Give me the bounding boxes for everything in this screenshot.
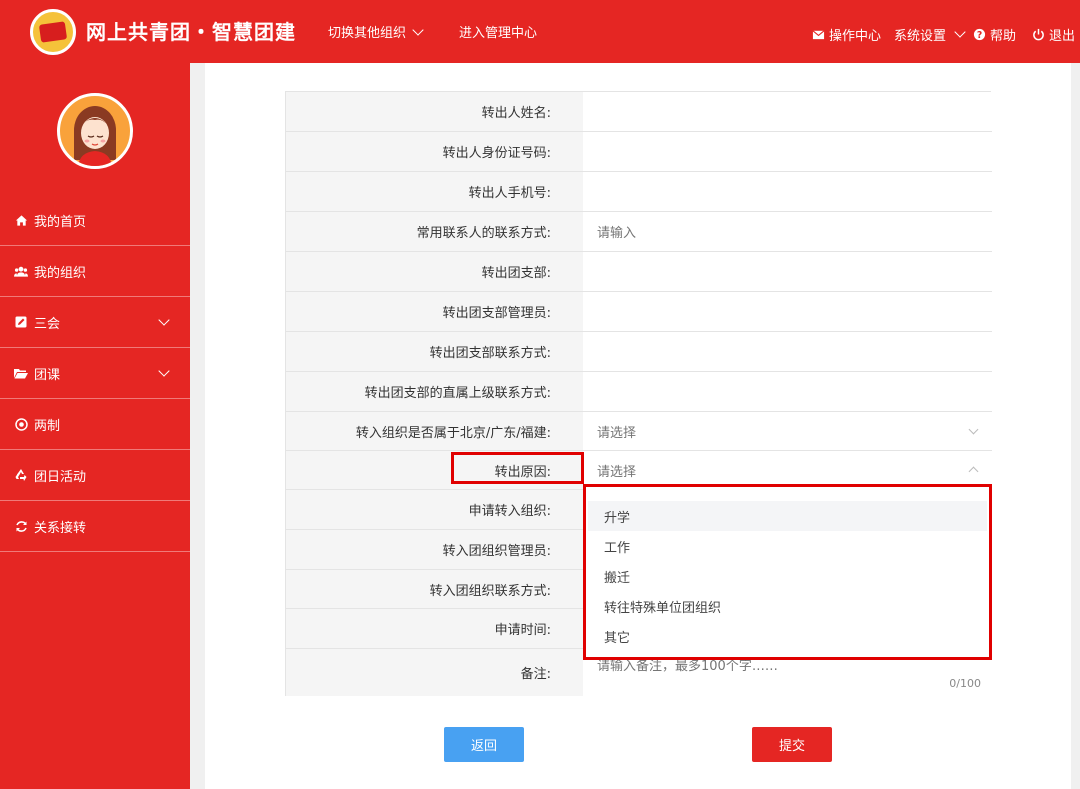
edit-icon <box>14 315 28 329</box>
sidebar-item-label: 团日活动 <box>34 469 87 485</box>
field-label: 备注: <box>286 649 583 696</box>
field-label: 转出人手机号: <box>286 172 583 211</box>
form-row: 转出团支部联系方式: <box>286 332 992 372</box>
sidebar-item-label: 两制 <box>34 418 61 434</box>
back-button[interactable]: 返回 <box>444 727 524 762</box>
form-row: 转出团支部的直属上级联系方式: <box>286 372 992 412</box>
out-phone-field[interactable] <box>583 172 991 211</box>
logout-label: 退出 <box>1049 29 1076 44</box>
sidebar-item-liangzhi[interactable]: 两制 <box>0 399 190 450</box>
top-bar: 网上共青团・智慧团建 切换其他组织 进入管理中心 操作中心 系统设置 ? 帮助 … <box>0 0 1080 63</box>
sidebar-item-transfer[interactable]: 关系接转 <box>0 501 190 552</box>
help-label: 帮助 <box>990 29 1017 44</box>
field-label: 申请时间: <box>286 609 583 648</box>
reason-label-highlight <box>451 452 584 484</box>
recycle-icon <box>14 468 28 482</box>
refresh-icon <box>14 519 28 533</box>
sidebar: 我的首页 我的组织 三会 团课 两制 团日活动 关系接转 <box>0 63 190 789</box>
chevron-up-icon <box>968 466 979 477</box>
sidebar-item-home[interactable]: 我的首页 <box>0 195 190 246</box>
svg-text:?: ? <box>977 30 982 41</box>
sidebar-item-label: 关系接转 <box>34 520 87 536</box>
field-label: 转出团支部的直属上级联系方式: <box>286 372 583 411</box>
help-icon: ? <box>973 28 986 41</box>
sidebar-item-label: 我的首页 <box>34 214 87 230</box>
field-label: 常用联系人的联系方式: <box>286 212 583 251</box>
avatar[interactable] <box>57 93 133 169</box>
form-row: 转出人身份证号码: <box>286 132 992 172</box>
option-shengxue[interactable]: 升学 <box>588 501 987 531</box>
option-special-org[interactable]: 转往特殊单位团组织 <box>588 591 987 621</box>
form-row: 转出人姓名: <box>286 92 992 132</box>
out-branch-admin-field[interactable] <box>583 292 991 331</box>
out-id-number-field[interactable] <box>583 132 991 171</box>
chevron-down-icon <box>968 424 979 435</box>
brand-title: 网上共青团・智慧团建 <box>86 20 296 44</box>
field-label: 转入团组织管理员: <box>286 530 583 569</box>
chevron-down-icon <box>412 24 424 36</box>
dropdown-options: 升学 工作 搬迁 转往特殊单位团组织 其它 <box>588 501 987 651</box>
contact-method-input[interactable]: 请输入 <box>583 212 991 251</box>
power-icon <box>1033 28 1044 41</box>
chevron-down-icon <box>954 25 966 38</box>
field-label: 转出团支部联系方式: <box>286 332 583 371</box>
out-branch-contact-field[interactable] <box>583 332 991 371</box>
out-name-field[interactable] <box>583 92 991 131</box>
field-label: 转入组织是否属于北京/广东/福建: <box>286 412 583 450</box>
sidebar-item-label: 三会 <box>34 316 61 332</box>
sidebar-item-sanhui[interactable]: 三会 <box>0 297 190 348</box>
logout-link[interactable]: 退出 <box>1032 25 1075 44</box>
select-placeholder: 请选择 <box>597 425 637 441</box>
sidebar-item-label: 团课 <box>34 367 61 383</box>
submit-button[interactable]: 提交 <box>752 727 832 762</box>
chevron-down-icon <box>158 365 170 377</box>
field-label: 转出团支部管理员: <box>286 292 583 331</box>
settings-label: 系统设置 <box>894 29 947 44</box>
option-banqian[interactable]: 搬迁 <box>588 561 987 591</box>
field-label: 转出团支部: <box>286 252 583 291</box>
admin-center-link[interactable]: 进入管理中心 <box>459 22 537 41</box>
field-label: 转出人身份证号码: <box>286 132 583 171</box>
home-icon <box>14 213 28 227</box>
form-row: 转出人手机号: <box>286 172 992 212</box>
ops-center-link[interactable]: 操作中心 <box>812 25 881 44</box>
switch-org-label: 切换其他组织 <box>328 26 407 41</box>
league-logo-icon <box>30 9 76 55</box>
select-placeholder: 请选择 <box>597 464 637 480</box>
form-row: * 转入组织是否属于北京/广东/福建: 请选择 <box>286 412 992 451</box>
superior-contact-field[interactable] <box>583 372 991 411</box>
field-label: 转入团组织联系方式: <box>286 570 583 608</box>
field-label: 转出人姓名: <box>286 92 583 131</box>
avatar-illustration <box>74 106 116 166</box>
option-other[interactable]: 其它 <box>588 621 987 651</box>
help-link[interactable]: ? 帮助 <box>973 25 1016 44</box>
form-row: 转出团支部: <box>286 252 992 292</box>
ops-center-label: 操作中心 <box>829 29 882 44</box>
folder-icon <box>14 366 28 380</box>
form-row: * 常用联系人的联系方式: 请输入 <box>286 212 992 252</box>
sidebar-menu: 我的首页 我的组织 三会 团课 两制 团日活动 关系接转 <box>0 195 190 552</box>
mail-icon <box>812 30 825 40</box>
sidebar-item-my-org[interactable]: 我的组织 <box>0 246 190 297</box>
sidebar-item-tuanke[interactable]: 团课 <box>0 348 190 399</box>
option-gongzuo[interactable]: 工作 <box>588 531 987 561</box>
sidebar-item-label: 我的组织 <box>34 265 87 281</box>
chevron-down-icon <box>158 314 170 326</box>
field-label: 申请转入组织: <box>286 490 583 529</box>
char-counter: 0/100 <box>949 677 981 690</box>
target-icon <box>14 417 28 431</box>
form-row: 转出团支部管理员: <box>286 292 992 332</box>
sidebar-item-tuanri[interactable]: 团日活动 <box>0 450 190 501</box>
input-placeholder: 请输入 <box>597 226 637 241</box>
users-icon <box>14 264 28 278</box>
settings-menu[interactable]: 系统设置 <box>894 25 966 44</box>
out-branch-field[interactable] <box>583 252 991 291</box>
region-select[interactable]: 请选择 <box>583 412 991 450</box>
transfer-reason-dropdown: 升学 工作 搬迁 转往特殊单位团组织 其它 <box>583 484 992 660</box>
switch-org-menu[interactable]: 切换其他组织 <box>328 22 424 41</box>
